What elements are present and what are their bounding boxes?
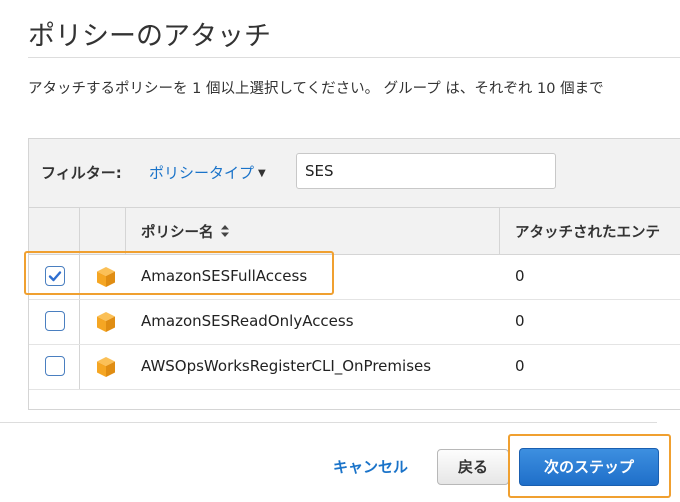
cancel-link[interactable]: キャンセル: [333, 456, 408, 477]
column-divider: [79, 208, 80, 254]
back-button[interactable]: 戻る: [437, 449, 509, 485]
attached-count: 0: [515, 357, 525, 375]
policy-type-label: ポリシータイプ: [149, 164, 255, 182]
package-icon: [97, 312, 115, 332]
policy-name: AmazonSESFullAccess: [141, 267, 308, 285]
row-checkbox[interactable]: [45, 266, 65, 286]
column-header-attached[interactable]: アタッチされたエンテ: [515, 221, 660, 242]
policy-table-panel: フィルター: ポリシータイプ▼ ポリシー名 アタッチされたエンテ AmazonS…: [28, 138, 680, 410]
attached-count: 0: [515, 312, 525, 330]
page-title: ポリシーのアタッチ: [28, 21, 271, 52]
caret-down-icon: ▼: [258, 168, 266, 179]
column-divider: [125, 208, 126, 254]
attached-count: 0: [515, 267, 525, 285]
search-input[interactable]: [296, 153, 556, 189]
footer-divider: [0, 422, 657, 423]
table-row[interactable]: AWSOpsWorksRegisterCLI_OnPremises 0: [29, 345, 680, 390]
table-header: ポリシー名 アタッチされたエンテ: [29, 208, 680, 255]
row-checkbox[interactable]: [45, 311, 65, 331]
package-icon: [97, 267, 115, 287]
package-icon: [97, 357, 115, 377]
column-divider: [499, 208, 500, 254]
table-row[interactable]: AmazonSESReadOnlyAccess 0: [29, 300, 680, 345]
policy-name: AWSOpsWorksRegisterCLI_OnPremises: [141, 357, 432, 375]
sort-icon: [220, 225, 229, 237]
page-description: アタッチするポリシーを 1 個以上選択してください。 グループ は、それぞれ 1…: [28, 81, 604, 97]
next-step-button[interactable]: 次のステップ: [519, 448, 659, 486]
checkmark-icon: [48, 271, 62, 282]
policy-name: AmazonSESReadOnlyAccess: [141, 312, 354, 330]
filter-bar: フィルター: ポリシータイプ ▼: [29, 139, 680, 208]
column-header-policy-name[interactable]: ポリシー名: [141, 221, 230, 242]
column-divider: [79, 345, 80, 389]
title-divider: [28, 57, 680, 58]
filter-label: フィルター:: [41, 164, 122, 182]
table-row[interactable]: AmazonSESFullAccess 0: [29, 255, 680, 300]
column-divider: [79, 300, 80, 344]
row-checkbox[interactable]: [45, 356, 65, 376]
column-divider: [79, 255, 80, 299]
policy-type-dropdown[interactable]: ポリシータイプ ▼: [149, 162, 266, 183]
